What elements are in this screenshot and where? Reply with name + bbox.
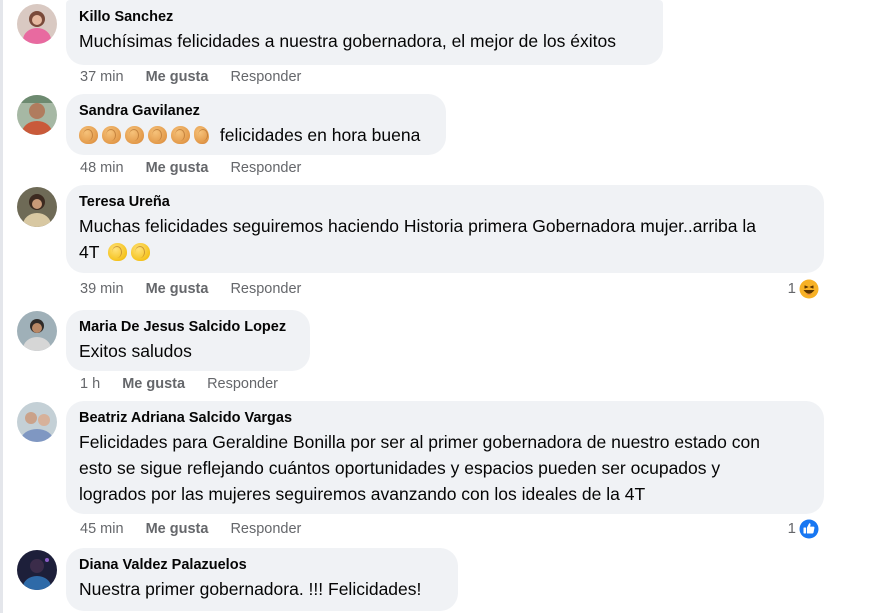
clapping-hands-icon: [102, 126, 121, 144]
comment-time[interactable]: 39 min: [80, 280, 124, 298]
reaction-summary[interactable]: 1: [788, 278, 820, 300]
left-border: [0, 0, 3, 613]
comment-bubble: Killo Sanchez Muchísimas felicidades a n…: [66, 0, 663, 65]
avatar[interactable]: [17, 187, 57, 227]
clapping-hands-icon: [171, 126, 190, 144]
comment-time[interactable]: 37 min: [80, 68, 124, 86]
reaction-count: 1: [787, 520, 796, 537]
comment-time[interactable]: 45 min: [80, 520, 124, 538]
like-button[interactable]: Me gusta: [146, 520, 209, 538]
comment-text-line: Muchas felicidades seguiremos haciendo H…: [79, 216, 756, 236]
reply-button[interactable]: Responder: [230, 520, 301, 538]
comment-time[interactable]: 48 min: [80, 159, 124, 177]
clapping-hands-icon: [130, 243, 150, 261]
reply-button[interactable]: Responder: [230, 68, 301, 86]
comment-text-line: Felicidades para Geraldine Bonilla por s…: [79, 432, 760, 452]
comment-bubble: Beatriz Adriana Salcido Vargas Felicidad…: [66, 401, 824, 514]
avatar[interactable]: [17, 550, 57, 590]
avatar[interactable]: [17, 4, 57, 44]
comment-text: Exitos saludos: [79, 341, 192, 361]
reaction-summary[interactable]: 1: [788, 518, 820, 540]
comment-bubble: Sandra Gavilanez felicidades en hora bue…: [66, 94, 446, 155]
clapping-hands-icon: [79, 126, 98, 144]
comment-text-line: logrados por las mujeres seguiremos avan…: [79, 484, 646, 504]
reply-button[interactable]: Responder: [230, 280, 301, 298]
comment-text: Muchísimas felicidades a nuestra goberna…: [79, 31, 616, 51]
comment-author[interactable]: Maria De Jesus Salcido Lopez: [79, 318, 297, 336]
thumbs-up-icon: [798, 518, 820, 540]
comment-text: Felicidades para Geraldine Bonilla por s…: [79, 429, 811, 507]
comment-text-line: 4T: [79, 242, 100, 262]
avatar[interactable]: [17, 95, 57, 135]
reaction-count: 1: [787, 280, 796, 297]
avatar[interactable]: [17, 402, 57, 442]
comment-actions: 1 h Me gusta Responder: [80, 375, 296, 393]
comment-text-line: esto se sigue reflejando cuántos oportun…: [79, 458, 721, 478]
comment-actions: 48 min Me gusta Responder: [80, 159, 319, 177]
comment-author[interactable]: Killo Sanchez: [79, 8, 650, 26]
comment-text: felicidades en hora buena: [219, 125, 421, 145]
comment-actions: 37 min Me gusta Responder: [80, 68, 319, 86]
reply-button[interactable]: Responder: [207, 375, 278, 393]
avatar[interactable]: [17, 311, 57, 351]
comment-author[interactable]: Sandra Gavilanez: [79, 102, 433, 120]
comment-author[interactable]: Teresa Ureña: [79, 193, 811, 211]
clapping-hands-icon: [148, 126, 167, 144]
comment-text: Nuestra primer gobernadora. !!! Felicida…: [79, 579, 422, 599]
like-button[interactable]: Me gusta: [146, 159, 209, 177]
comment-bubble: Diana Valdez Palazuelos Nuestra primer g…: [66, 548, 458, 611]
comment-actions: 39 min Me gusta Responder: [80, 280, 319, 298]
comment-time[interactable]: 1 h: [80, 375, 100, 393]
clapping-hands-icon: [125, 126, 144, 144]
clapping-hands-icon: [107, 243, 127, 261]
comment-text-row: felicidades en hora buena: [79, 122, 433, 148]
comment-author[interactable]: Beatriz Adriana Salcido Vargas: [79, 409, 811, 427]
comment-actions: 45 min Me gusta Responder: [80, 520, 319, 538]
comment-text: Muchas felicidades seguiremos haciendo H…: [79, 213, 811, 265]
like-button[interactable]: Me gusta: [146, 280, 209, 298]
comment-bubble: Teresa Ureña Muchas felicidades seguirem…: [66, 185, 824, 273]
reply-button[interactable]: Responder: [230, 159, 301, 177]
like-button[interactable]: Me gusta: [122, 375, 185, 393]
comment-author[interactable]: Diana Valdez Palazuelos: [79, 556, 445, 574]
laughing-face-icon: [798, 278, 820, 300]
comments-feed: Killo Sanchez Muchísimas felicidades a n…: [0, 0, 876, 613]
clapping-hands-icon: [194, 126, 209, 144]
comment-bubble: Maria De Jesus Salcido Lopez Exitos salu…: [66, 310, 310, 371]
like-button[interactable]: Me gusta: [146, 68, 209, 86]
comment-text-line-2: 4T: [79, 239, 811, 265]
